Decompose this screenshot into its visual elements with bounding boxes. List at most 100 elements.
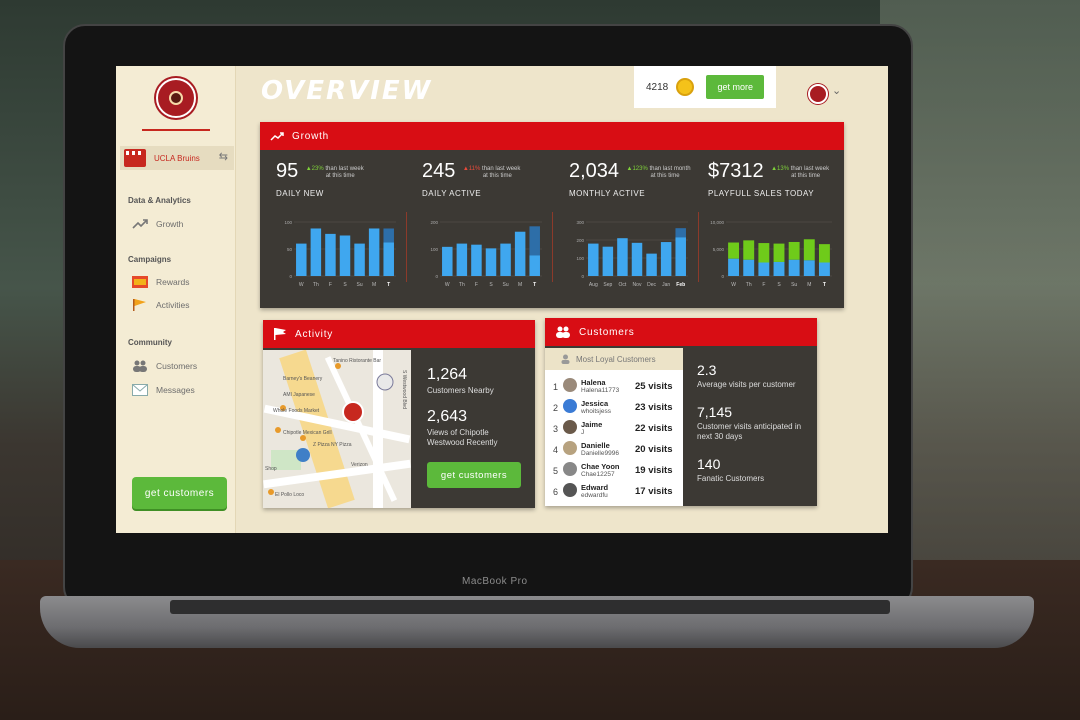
- swap-icon[interactable]: ⇆: [219, 150, 228, 163]
- y-tick-label: 100: [284, 220, 292, 225]
- get-more-button[interactable]: get more: [706, 75, 765, 99]
- list-item[interactable]: 1 Halena Halena11773 25 visits: [545, 376, 683, 396]
- bar-green: [788, 241, 800, 260]
- bar: [456, 243, 468, 276]
- stat-daily-new: 95 ▲23% than last week at this time DAILY…: [276, 160, 364, 198]
- list-item[interactable]: 2 Jessica whoitsjess 23 visits: [545, 397, 683, 417]
- bar-green: [728, 242, 740, 259]
- list-item[interactable]: 4 Danielle Danielle9996 20 visits: [545, 439, 683, 459]
- customer-avatar: [563, 441, 577, 455]
- sidebar-item-messages[interactable]: Messages: [132, 384, 195, 396]
- keyboard-edge: [170, 600, 890, 614]
- customer-stat-fanatic: 140 Fanatic Customers: [697, 456, 764, 484]
- customer-avatar: [563, 483, 577, 497]
- bar: [529, 255, 540, 276]
- list-item[interactable]: 6 Edward edwardfu 17 visits: [545, 481, 683, 501]
- sidebar-item-growth[interactable]: Growth: [132, 218, 183, 230]
- x-tick-label: Sep: [603, 282, 612, 288]
- x-tick-label: Feb: [676, 282, 685, 288]
- avatar[interactable]: [808, 84, 828, 104]
- sidebar-get-customers-button[interactable]: get customers: [132, 477, 227, 509]
- x-tick-label: Jan: [662, 282, 670, 288]
- sidebar-item-rewards[interactable]: Rewards: [132, 276, 190, 288]
- customer-visits: 25 visits: [635, 381, 673, 392]
- customer-handle: whoitsjess: [581, 408, 611, 415]
- x-tick-label: M: [518, 282, 522, 288]
- store-selector[interactable]: UCLA Bruins ⇆: [120, 146, 234, 170]
- bar: [383, 242, 394, 276]
- person-icon: [561, 354, 570, 364]
- bar: [296, 243, 307, 276]
- y-tick-label: 50: [287, 247, 293, 252]
- change-down-pct: ▲11%: [462, 166, 481, 172]
- customer-visits: 23 visits: [635, 402, 673, 413]
- map-label: Chipotle Mexican Grill: [283, 430, 332, 436]
- rank: 6: [553, 487, 559, 497]
- sidebar-item-customers[interactable]: Customers: [132, 360, 197, 372]
- activity-stat-views: 2,643 Views of Chipotle Westwood Recentl…: [427, 408, 523, 448]
- x-tick-label: W: [445, 282, 450, 288]
- stat-desc: Views of Chipotle Westwood Recently: [427, 428, 498, 447]
- chevron-down-icon[interactable]: ⌄: [832, 84, 841, 97]
- sidebar-section-campaigns: Campaigns: [128, 255, 172, 264]
- y-tick-label: 10,000: [710, 220, 724, 225]
- bar: [442, 246, 453, 276]
- growth-header: Growth: [260, 122, 844, 150]
- bar: [588, 243, 599, 276]
- map-label: Whole Foods Market: [273, 408, 320, 414]
- rank: 1: [553, 382, 559, 392]
- coin-icon: [676, 78, 695, 96]
- rank: 3: [553, 424, 559, 434]
- customer-visits: 19 visits: [635, 465, 673, 476]
- bar-blue: [773, 261, 785, 276]
- change-up-pct: ▲23%: [305, 166, 324, 172]
- stat-value: 7,145: [697, 404, 733, 420]
- x-tick-label: F: [475, 282, 478, 288]
- x-tick-label: W: [299, 282, 304, 288]
- stat-label: MONTHLY ACTIVE: [569, 189, 646, 198]
- map-label: Z Pizza NY Pizza: [313, 442, 352, 448]
- customer-name: Danielle: [581, 441, 610, 450]
- stat-label: DAILY NEW: [276, 189, 324, 198]
- customer-avatar: [563, 399, 577, 413]
- map-label: Verizon: [351, 462, 368, 468]
- activity-get-customers-button[interactable]: get customers: [427, 462, 521, 488]
- y-tick-label: 300: [576, 220, 584, 225]
- bar-green: [773, 243, 785, 262]
- rewards-icon: [132, 276, 148, 288]
- customer-handle: Halena11773: [581, 387, 620, 394]
- list-item[interactable]: 5 Chae Yoon Chae12257 19 visits: [545, 460, 683, 480]
- list-item[interactable]: 3 Jaime J 22 visits: [545, 418, 683, 438]
- flag-icon: [274, 328, 286, 340]
- stat-change: ▲123% than last month at this time: [626, 166, 691, 179]
- bar: [339, 235, 351, 276]
- bar-blue: [758, 262, 770, 276]
- rank: 2: [553, 403, 559, 413]
- customer-handle: edwardfu: [581, 492, 608, 499]
- x-tick-label: M: [807, 282, 811, 288]
- x-tick-label: S: [777, 282, 781, 288]
- bar-blue: [803, 260, 815, 276]
- chipotle-logo: [156, 78, 196, 118]
- y-tick-label: 200: [576, 238, 584, 243]
- sidebar-item-activities[interactable]: Activities: [132, 299, 190, 311]
- customer-handle: J: [581, 429, 585, 436]
- x-tick-label: Dec: [647, 282, 656, 288]
- bar-blue: [743, 259, 755, 276]
- x-tick-label: F: [329, 282, 332, 288]
- growth-panel: Growth 95 ▲23% than last week at this tim…: [260, 122, 844, 308]
- y-tick-label: 0: [581, 274, 584, 279]
- trend-icon: [132, 219, 148, 229]
- page-title: OVERVIEW: [261, 76, 433, 106]
- people-icon: [133, 360, 147, 372]
- bar-green: [743, 240, 755, 260]
- divider: [406, 212, 407, 282]
- bar: [617, 238, 628, 276]
- x-tick-label: Su: [503, 282, 509, 288]
- map-label: AMI Japanese: [283, 392, 315, 398]
- map[interactable]: Tanino Ristorante Bar Barney's Beanery A…: [263, 350, 411, 508]
- stat-value: $7312: [708, 160, 764, 182]
- sidebar-section-data: Data & Analytics: [128, 196, 191, 205]
- activity-stat-nearby: 1,264 Customers Nearby: [427, 366, 494, 396]
- x-tick-label: Nov: [633, 282, 642, 288]
